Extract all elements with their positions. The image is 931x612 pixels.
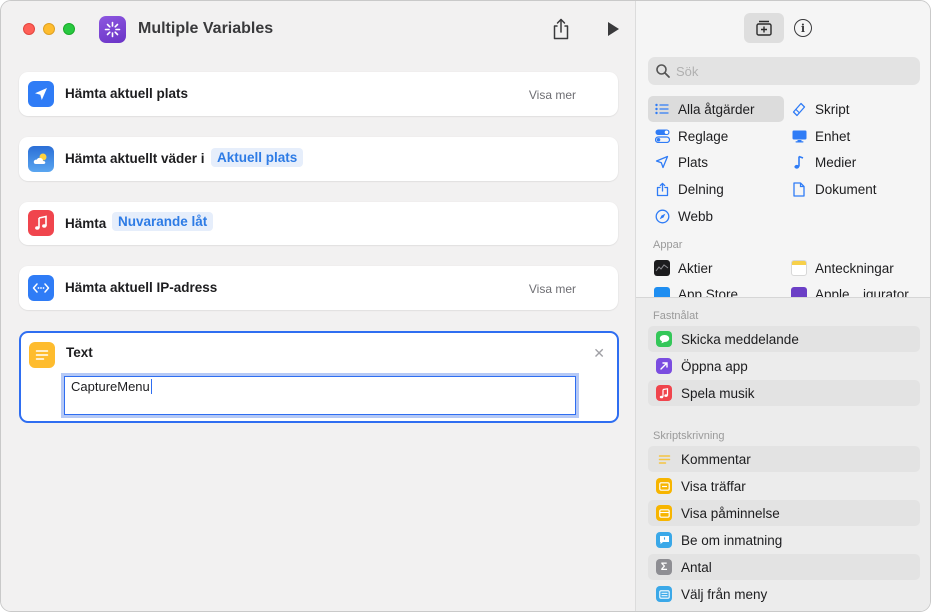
- app-stocks[interactable]: Aktier: [654, 256, 713, 280]
- category-sharing[interactable]: Delning: [654, 176, 724, 202]
- network-icon: [28, 275, 54, 301]
- action-card-text[interactable]: Text ✕ CaptureMenu: [19, 331, 619, 423]
- shortcuts-window: Multiple Variables Hämta aktuell plats V…: [0, 0, 931, 612]
- action-card-get-weather[interactable]: Hämta aktuellt väder i Aktuell plats: [19, 137, 618, 181]
- music-note-icon: [28, 210, 54, 236]
- run-button[interactable]: [604, 19, 622, 39]
- stocks-icon: [654, 260, 670, 276]
- app-notes[interactable]: Anteckningar: [791, 256, 894, 280]
- library-bottom-section: Fastnålat Skicka meddelande Öppna app Sp…: [636, 297, 930, 611]
- action-label: Hämta aktuell IP-adress: [65, 280, 218, 295]
- scripting-item-show-alert[interactable]: Visa påminnelse: [648, 500, 920, 526]
- action-label: Hämta aktuellt väder i: [65, 151, 205, 166]
- pinned-item-open-app[interactable]: Öppna app: [648, 353, 920, 379]
- sigma-icon: Σ: [656, 559, 672, 575]
- menu-icon: [656, 586, 672, 602]
- shortcut-icon[interactable]: [99, 16, 126, 43]
- show-result-icon: [656, 478, 672, 494]
- pinned-item-send-message[interactable]: Skicka meddelande: [648, 326, 920, 352]
- category-scripting[interactable]: Skript: [791, 96, 850, 122]
- message-icon: [656, 331, 672, 347]
- text-caret: [150, 379, 153, 394]
- category-web[interactable]: Webb: [654, 203, 713, 229]
- document-icon: [791, 181, 807, 197]
- close-window-button[interactable]: [23, 23, 35, 35]
- action-card-get-location[interactable]: Hämta aktuell plats Visa mer: [19, 72, 618, 116]
- category-documents[interactable]: Dokument: [791, 176, 877, 202]
- song-variable-token[interactable]: Nuvarande låt: [112, 212, 214, 231]
- scripting-item-count[interactable]: Σ Antal: [648, 554, 920, 580]
- location-variable-token[interactable]: Aktuell plats: [211, 148, 304, 167]
- category-media[interactable]: Medier: [791, 149, 856, 175]
- minimize-window-button[interactable]: [43, 23, 55, 35]
- display-icon: [791, 128, 807, 144]
- action-card-get-current-song[interactable]: Hämta Nuvarande låt: [19, 202, 618, 245]
- action-label: Hämta: [65, 216, 107, 231]
- text-input-value: CaptureMenu: [71, 379, 150, 394]
- remove-action-icon[interactable]: ✕: [593, 345, 605, 362]
- sparkle-icon: [104, 21, 121, 38]
- scripting-item-comment[interactable]: Kommentar: [648, 446, 920, 472]
- zoom-window-button[interactable]: [63, 23, 75, 35]
- open-app-icon: [656, 358, 672, 374]
- search-bar[interactable]: [648, 57, 920, 85]
- share-icon: [654, 181, 670, 197]
- script-icon: [791, 101, 807, 117]
- library-top-section: i Alla åtgärder Reglage: [636, 1, 930, 297]
- window-title: Multiple Variables: [138, 20, 274, 37]
- action-library: i Alla åtgärder Reglage: [635, 1, 930, 611]
- play-icon: [608, 22, 619, 36]
- category-all-actions[interactable]: Alla åtgärder: [648, 96, 784, 122]
- music-icon: [656, 385, 672, 401]
- info-tab-icon[interactable]: i: [794, 19, 812, 37]
- text-input-field[interactable]: CaptureMenu: [61, 373, 579, 418]
- show-more-button[interactable]: Visa mer: [529, 88, 576, 102]
- comment-icon: [656, 451, 672, 467]
- music-note-icon: [791, 154, 807, 170]
- alert-icon: [656, 505, 672, 521]
- list-icon: [654, 101, 670, 117]
- action-card-get-ip-address[interactable]: Hämta aktuell IP-adress Visa mer: [19, 266, 618, 310]
- show-more-button[interactable]: Visa mer: [529, 282, 576, 296]
- toggle-icon: [654, 128, 670, 144]
- location-arrow-icon: [28, 81, 54, 107]
- category-device[interactable]: Enhet: [791, 123, 850, 149]
- notes-icon: [791, 260, 807, 276]
- compass-icon: [654, 208, 670, 224]
- text-lines-icon: [29, 342, 55, 368]
- configurator-icon: [791, 287, 807, 297]
- scripting-section-heading: Skriptskrivning: [653, 430, 725, 442]
- share-icon: [553, 18, 569, 40]
- scripting-item-ask-input[interactable]: Be om inmatning: [648, 527, 920, 553]
- ask-input-icon: [656, 532, 672, 548]
- pinned-item-play-music[interactable]: Spela musik: [648, 380, 920, 406]
- category-controls[interactable]: Reglage: [654, 123, 728, 149]
- app-store-icon: [654, 287, 670, 297]
- category-location[interactable]: Plats: [654, 149, 708, 175]
- library-tab-actions[interactable]: [744, 13, 784, 43]
- add-action-icon: [756, 20, 772, 36]
- weather-icon: [28, 146, 54, 172]
- pinned-section-heading: Fastnålat: [653, 310, 699, 322]
- action-label: Hämta aktuell plats: [65, 86, 189, 101]
- app-apple-configurator[interactable]: Apple…igurator: [791, 283, 909, 297]
- search-icon: [656, 64, 670, 78]
- apps-section-heading: Appar: [653, 239, 683, 251]
- scripting-item-show-result[interactable]: Visa träffar: [648, 473, 920, 499]
- share-button[interactable]: [550, 17, 572, 41]
- location-icon: [654, 154, 670, 170]
- editor-pane: Multiple Variables Hämta aktuell plats V…: [1, 1, 635, 611]
- app-app-store[interactable]: App Store: [654, 283, 738, 297]
- action-label: Text: [66, 345, 93, 360]
- search-input[interactable]: [676, 62, 906, 80]
- scripting-item-choose-from-menu[interactable]: Välj från meny: [648, 581, 920, 607]
